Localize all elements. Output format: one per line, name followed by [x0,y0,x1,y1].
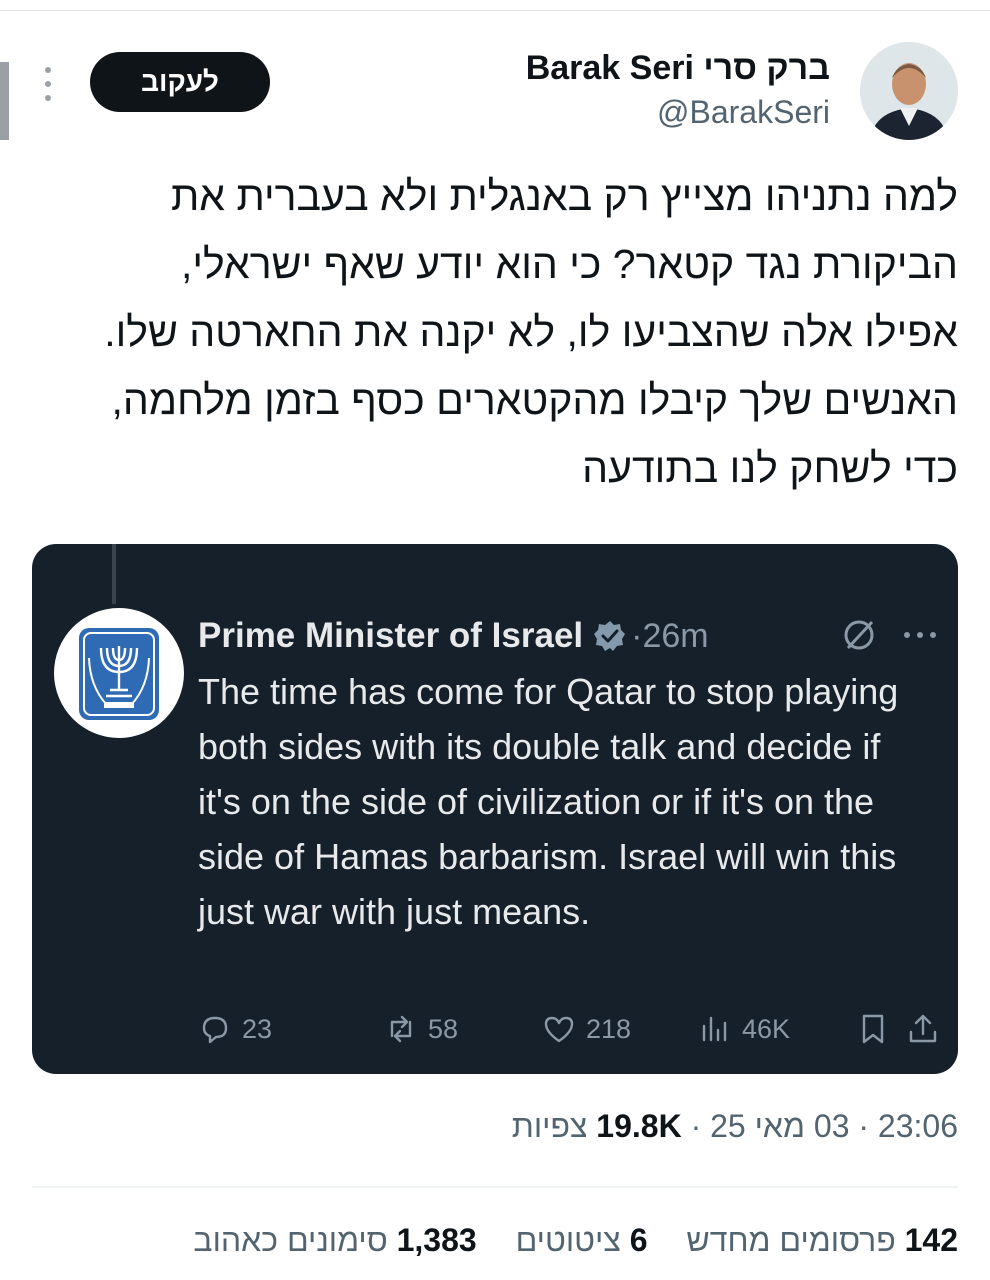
reply-count: 23 [242,1013,273,1044]
follow-button[interactable]: לעקוב [90,52,270,112]
reply-action[interactable]: 23 [198,1006,272,1052]
meta-separator: · [690,1108,702,1144]
engagement-stats: 142 פרסומים מחדש 6 ציטוטים 1,383 סימונים… [193,1222,958,1259]
views-chart-icon [702,1016,727,1042]
post-header: Barak Seri ברק סרי @BarakSeri לעקוב [0,30,990,150]
heart-icon [544,1016,574,1043]
reposts-label: פרסומים מחדש [686,1222,896,1258]
divider [32,1186,958,1188]
post-date[interactable]: 03 מאי 25 [710,1108,849,1144]
top-divider [0,10,990,11]
user-handle[interactable]: @BarakSeri [526,92,830,132]
quoted-avatar[interactable] [54,608,184,738]
quoted-more-icon[interactable] [902,630,938,640]
quoted-text: The time has come for Qatar to stop play… [198,671,899,932]
grok-icon[interactable] [840,616,878,654]
views-label: צפיות [511,1108,588,1144]
display-name[interactable]: Barak Seri ברק סרי [526,48,830,88]
like-action[interactable]: 218 [542,1006,631,1052]
views-action[interactable]: 46K [698,1006,790,1052]
quotes-stat[interactable]: 6 ציטוטים [516,1222,648,1259]
avatar[interactable] [860,42,958,140]
bookmark-action[interactable] [856,1006,900,1052]
likes-label: סימונים כאהוב [193,1222,388,1258]
menorah-emblem-icon [79,628,159,720]
post-time[interactable]: 23:06 [878,1108,958,1144]
likes-stat[interactable]: 1,383 סימונים כאהוב [193,1222,476,1259]
author-info: Barak Seri ברק סרי @BarakSeri [526,48,830,132]
views-total: 19.8K [596,1108,682,1144]
repost-count: 58 [428,1013,459,1044]
repost-icon [390,1015,412,1043]
thread-line [112,544,116,604]
reposts-stat[interactable]: 142 פרסומים מחדש [686,1222,958,1259]
quoted-tweet[interactable]: Prime Minister of Israel ·26m The time h… [32,544,958,1074]
reply-icon [202,1016,228,1044]
share-icon [909,1014,937,1043]
like-count: 218 [586,1013,632,1044]
quotes-total: 6 [629,1222,648,1258]
reposts-total: 142 [904,1222,958,1258]
bookmark-icon [862,1014,884,1044]
likes-total: 1,383 [396,1222,477,1258]
post-text: למה נתניהו מצייץ רק באנגלית ולא בעברית א… [104,173,958,491]
quoted-author-name[interactable]: Prime Minister of Israel [198,616,583,656]
more-options-icon[interactable] [38,64,58,104]
quoted-action-bar: 23 58 218 46K [198,1006,938,1052]
post-meta: צפיות 19.8K · 03 מאי 25 · 23:06 [512,1108,958,1145]
verified-badge-icon [594,621,626,651]
views-count: 46K [742,1013,791,1044]
meta-separator: · [858,1108,870,1144]
quoted-header: Prime Minister of Israel ·26m [198,614,709,658]
repost-action[interactable]: 58 [384,1006,458,1052]
quoted-timestamp[interactable]: ·26m [631,617,708,656]
share-action[interactable] [906,1006,950,1052]
quotes-label: ציטוטים [515,1222,621,1258]
